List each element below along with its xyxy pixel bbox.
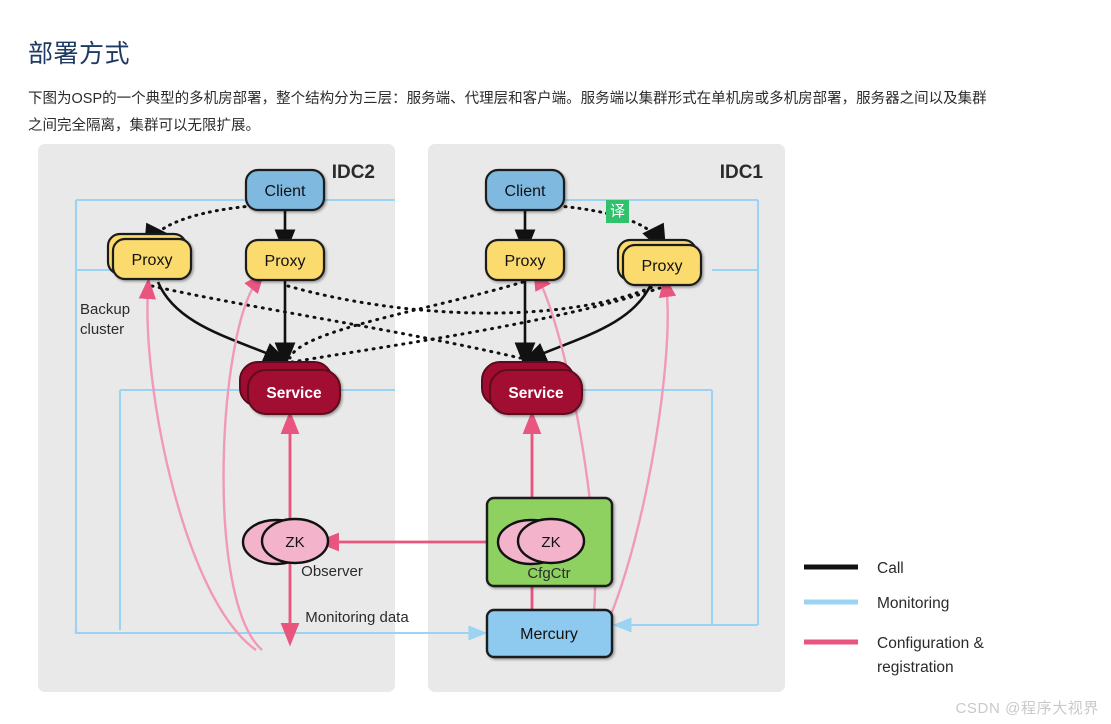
- node-idc2-service[interactable]: Service: [239, 361, 341, 415]
- node-label: Proxy: [642, 258, 683, 275]
- legend: Call Monitoring Configuration & registra…: [804, 560, 985, 676]
- node-idc1-cfgctr[interactable]: ZK CfgCtr: [485, 496, 614, 588]
- translate-badge-icon[interactable]: 译: [606, 200, 629, 223]
- watermark: CSDN @程序大视界: [955, 700, 1099, 717]
- backup-cluster-line2: cluster: [80, 321, 124, 338]
- backup-cluster-line1: Backup: [80, 301, 130, 318]
- legend-item-call: Call: [804, 560, 904, 577]
- observer-label: Observer: [301, 563, 363, 580]
- node-label: ZK: [541, 534, 560, 551]
- node-idc1-proxy-main[interactable]: Proxy: [484, 238, 566, 282]
- legend-label: Configuration &: [877, 635, 985, 652]
- deployment-diagram: IDC2 IDC1 Client Proxy Proxy Backup clus…: [0, 130, 1111, 710]
- node-idc2-proxy-main[interactable]: Proxy: [244, 238, 326, 282]
- node-label: Proxy: [265, 253, 306, 270]
- node-idc1-proxy-backup[interactable]: Proxy: [616, 238, 703, 287]
- node-label: Service: [508, 385, 564, 402]
- page-title: 部署方式: [28, 39, 131, 68]
- legend-label: Call: [877, 560, 904, 577]
- cfgctr-label: CfgCtr: [527, 565, 570, 582]
- node-idc1-client[interactable]: Client: [484, 168, 566, 212]
- node-label: Client: [265, 183, 306, 200]
- translate-badge-label: 译: [610, 203, 625, 220]
- monitoring-data-label: Monitoring data: [305, 609, 409, 626]
- node-label: Service: [266, 385, 322, 402]
- node-idc2-proxy-backup[interactable]: Proxy: [106, 232, 193, 281]
- node-label: ZK: [285, 534, 304, 551]
- node-label: Mercury: [520, 626, 578, 643]
- legend-label: Monitoring: [877, 595, 949, 612]
- node-label: Proxy: [132, 252, 173, 269]
- panel-label-idc2: IDC2: [332, 162, 375, 183]
- page-root: 部署方式 下图为OSP的一个典型的多机房部署，整个结构分为三层：服务端、代理层和…: [0, 0, 1111, 724]
- node-label: Proxy: [505, 253, 546, 270]
- node-idc1-service[interactable]: Service: [481, 361, 583, 415]
- panel-label-idc1: IDC1: [720, 162, 764, 183]
- legend-item-monitoring: Monitoring: [804, 595, 949, 612]
- node-idc2-client[interactable]: Client: [244, 168, 326, 212]
- node-label: Client: [505, 183, 546, 200]
- legend-item-configuration: Configuration & registration: [804, 635, 985, 676]
- node-idc1-mercury[interactable]: Mercury: [485, 608, 614, 659]
- legend-label-second-line: registration: [877, 659, 954, 676]
